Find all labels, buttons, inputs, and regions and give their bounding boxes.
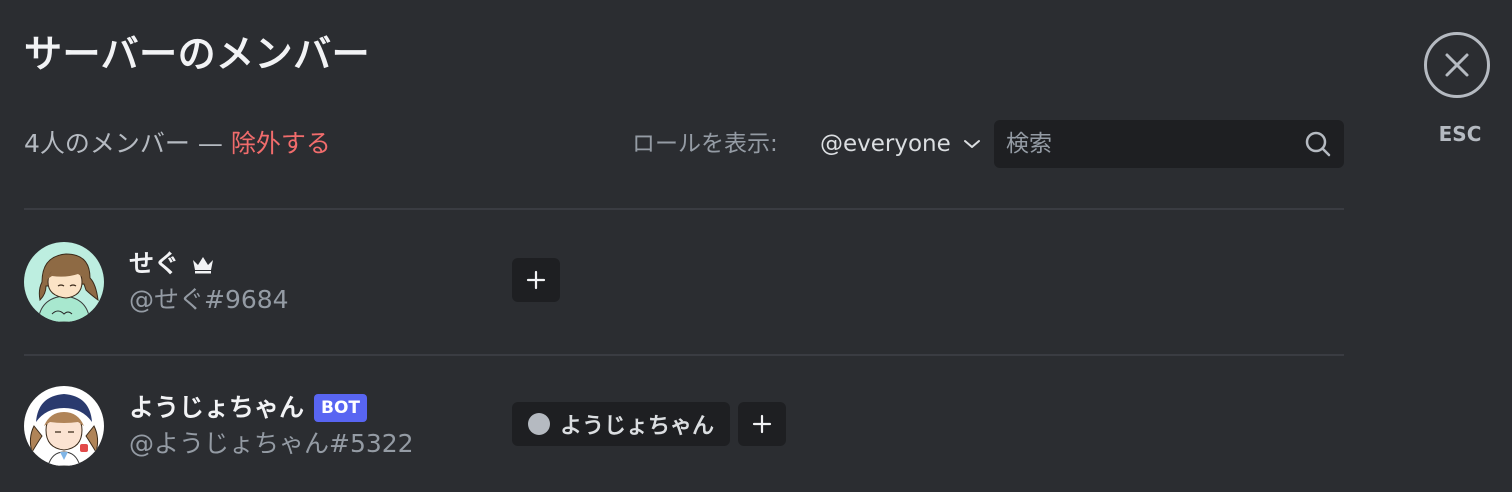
member-name-text: せぐ bbox=[129, 249, 180, 278]
search-input[interactable] bbox=[1006, 131, 1304, 157]
divider bbox=[24, 208, 1344, 210]
search-box bbox=[994, 120, 1344, 168]
prune-link[interactable]: 除外する bbox=[231, 129, 331, 158]
member-name-text: ようじょちゃん bbox=[129, 393, 305, 422]
add-role-button[interactable] bbox=[738, 402, 787, 446]
member-name: ようじょちゃん BOT bbox=[129, 390, 368, 426]
chevron-down-icon bbox=[963, 138, 981, 150]
role-list bbox=[512, 258, 560, 302]
role-name: ようじょちゃん bbox=[560, 414, 715, 439]
avatar bbox=[24, 242, 104, 322]
avatar bbox=[24, 386, 104, 466]
add-role-button[interactable] bbox=[512, 258, 560, 302]
plus-icon bbox=[752, 414, 772, 434]
esc-label: ESC bbox=[1438, 122, 1482, 146]
page-title: サーバーのメンバー bbox=[24, 32, 371, 76]
role-pill[interactable]: ようじょちゃん bbox=[512, 402, 731, 446]
member-handle: @せぐ#9684 bbox=[129, 285, 289, 314]
divider bbox=[24, 354, 1344, 356]
member-count: 4人のメンバー — bbox=[24, 129, 231, 158]
role-filter-dropdown[interactable]: @everyone bbox=[820, 124, 981, 164]
plus-icon bbox=[526, 270, 546, 290]
member-row[interactable]: せぐ @せぐ#9684 bbox=[24, 242, 1344, 332]
close-icon bbox=[1442, 50, 1472, 80]
search-icon[interactable] bbox=[1304, 130, 1332, 158]
role-list: ようじょちゃん bbox=[512, 402, 787, 446]
bot-badge: BOT bbox=[314, 394, 368, 422]
member-handle: @ようじょちゃん#5322 bbox=[129, 429, 414, 458]
crown-icon bbox=[191, 254, 215, 274]
member-row[interactable]: ようじょちゃん BOT @ようじょちゃん#5322 ようじょちゃん bbox=[24, 386, 1344, 476]
member-count-line: 4人のメンバー — 除外する bbox=[24, 124, 331, 164]
role-filter-value: @everyone bbox=[820, 131, 951, 157]
member-name: せぐ bbox=[129, 246, 215, 282]
role-filter-label: ロールを表示: bbox=[632, 131, 778, 157]
close-button[interactable] bbox=[1424, 32, 1490, 98]
role-color-dot[interactable] bbox=[528, 413, 550, 435]
